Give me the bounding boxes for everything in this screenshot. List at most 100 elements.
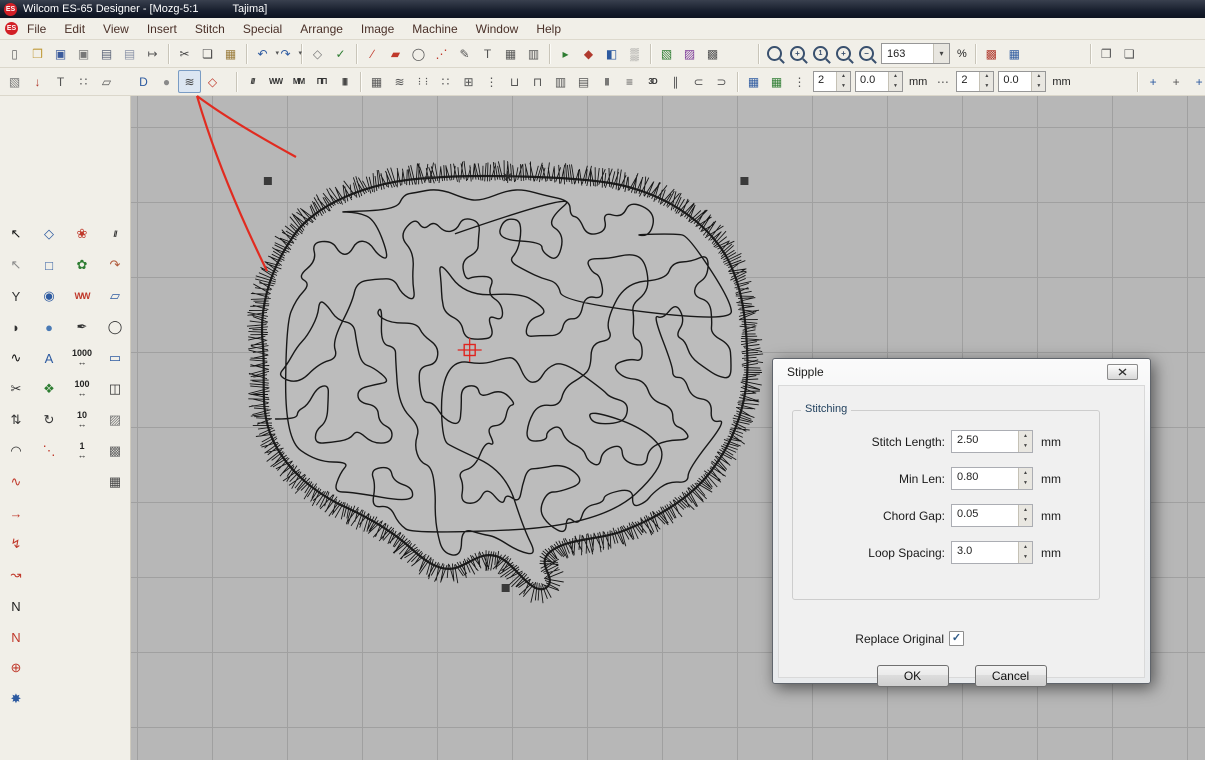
design-library-icon[interactable]: ❐ [1095,42,1118,65]
contour-fill-icon[interactable]: ≡ [618,70,641,93]
contour-outline-icon[interactable]: ◇ [201,70,224,93]
chord-gap-input[interactable]: 0.05▲▼ [951,504,1033,527]
spinner-buttons[interactable]: ▲▼ [1018,431,1032,452]
motif-run-icon[interactable]: ⋰ [430,42,453,65]
fan-stitch-icon[interactable]: ◠ [4,439,28,463]
shading-icon[interactable]: ▒ [623,42,646,65]
spinner-buttons[interactable]: ▲▼ [836,72,850,91]
menu-arrange[interactable]: Arrange [291,20,352,38]
measure-tool-icon[interactable]: T [476,42,499,65]
cut-icon[interactable]: ✂ [173,42,196,65]
digitize-polygon-icon[interactable]: ◇ [37,222,61,246]
bar-fill-icon[interactable]: ⋮ [480,70,503,93]
travel-100-icon[interactable]: 100↔ [70,377,94,401]
travel-1-icon[interactable]: 1↔ [70,439,94,463]
lettering-tool-icon[interactable]: A [37,346,61,370]
slow-redraw-icon[interactable]: ▸ [554,42,577,65]
insert-design-icon[interactable]: ◇ [306,42,329,65]
curve-right-icon[interactable]: ⊃ [710,70,733,93]
ruler-toggle-icon[interactable]: ▥ [522,42,545,65]
pin-needle-icon[interactable]: ↓ [26,70,49,93]
spinner-buttons[interactable]: ▲▼ [979,72,993,91]
frame-outline-icon[interactable]: ▱ [95,70,118,93]
travel-10-icon[interactable]: 10↔ [70,408,94,432]
dot-fill-icon[interactable]: ⋮⋮ [411,70,434,93]
triple-bar-icon[interactable]: ||| [595,70,618,93]
overview-window-icon[interactable]: ▧ [655,42,678,65]
design-check-icon[interactable]: ✓ [329,42,352,65]
vertical-lines-icon[interactable]: ▥ [549,70,572,93]
underlay-spacing-field[interactable]: 0.0▲▼ [855,71,903,92]
parallel-fill-icon[interactable]: ∥ [664,70,687,93]
connector-n-red-icon[interactable]: N [4,625,28,649]
offset-grid-a-icon[interactable]: ▦ [742,70,765,93]
ellipse-outline-icon[interactable]: ◯ [407,42,430,65]
copy-icon[interactable]: ❏ [196,42,219,65]
redo-icon[interactable]: ↷▾ [274,42,297,65]
min-len-input[interactable]: 0.80▲▼ [951,467,1033,490]
density-map-icon[interactable]: ▨ [678,42,701,65]
stitch-edit-icon[interactable]: ⇅ [4,408,28,432]
run-stitch-icon[interactable]: ∕ [361,42,384,65]
menu-image[interactable]: Image [352,20,403,38]
zoom-1-1-icon[interactable] [809,42,832,65]
grid-toggle-icon[interactable]: ▦ [499,42,522,65]
color-film-icon[interactable]: ◧ [600,42,623,65]
jump-connector-icon[interactable]: → [4,501,28,525]
dot-tool-icon[interactable]: ● [155,70,178,93]
move-design-icon[interactable]: + [1142,70,1165,93]
selection-handle[interactable] [264,177,272,185]
weave-fill-icon[interactable]: ≋ [388,70,411,93]
template-icon[interactable]: T [49,70,72,93]
menu-special[interactable]: Special [234,20,291,38]
sphere-tool-icon[interactable]: ● [37,315,61,339]
nudge-design-icon[interactable]: + [1188,70,1205,93]
connector-n-icon[interactable]: N [4,594,28,618]
zoom-level-combo[interactable]: 163▾ [881,43,950,64]
sequin-dots-icon[interactable]: ∷ [72,70,95,93]
block-fill-icon[interactable]: ▦ [103,470,127,494]
pull-comp-field[interactable]: 2▲▼ [956,71,994,92]
spinner-buttons[interactable]: ▲▼ [1018,505,1032,526]
document-logo-icon[interactable]: ES [5,22,18,35]
undo-icon[interactable]: ↶▾ [251,42,274,65]
column-stitch-icon[interactable]: |||| [333,70,356,93]
chevron-down-icon[interactable]: ▾ [933,44,949,63]
scatter-fill-icon[interactable]: ∷ [434,70,457,93]
center-design-icon[interactable]: + [1165,70,1188,93]
scissors-icon[interactable]: ✂ [4,377,28,401]
select-tool-icon[interactable]: ↖ [4,222,28,246]
spinner-buttons[interactable]: ▲▼ [888,72,902,91]
hatch-lines-icon[interactable]: // [103,222,127,246]
density-ww-icon[interactable]: WW [70,284,94,308]
photo-view-icon[interactable]: ▩ [701,42,724,65]
underlay-count-field[interactable]: 2▲▼ [813,71,851,92]
lattice-fill-icon[interactable]: ⊞ [457,70,480,93]
save-design-icon[interactable]: ▣ [49,42,72,65]
globe-tool-icon[interactable]: ◉ [37,284,61,308]
print-icon[interactable]: ▤ [95,42,118,65]
ok-button[interactable]: OK [877,665,949,687]
menu-file[interactable]: File [18,20,55,38]
n-stitch-icon[interactable]: ⊓ [526,70,549,93]
menu-window[interactable]: Window [467,20,528,38]
more-options-icon[interactable]: ⋯ [931,70,954,93]
tatami-fill-icon[interactable]: ▦ [365,70,388,93]
branch-tool-icon[interactable]: Y [4,284,28,308]
rotate-tool-icon[interactable]: ↻ [37,408,61,432]
thread-palette-icon[interactable]: ◆ [577,42,600,65]
flower-red-icon[interactable]: ❀ [70,222,94,246]
blanket-stitch-icon[interactable]: ΠΠ [310,70,333,93]
save-all-icon[interactable]: ▣ [72,42,95,65]
d-tool-icon[interactable]: D [132,70,155,93]
curve-left-icon[interactable]: ⊂ [687,70,710,93]
menu-help[interactable]: Help [527,20,570,38]
selection-handle[interactable] [502,584,510,592]
wave-connector-icon[interactable]: ↝ [4,563,28,587]
menu-insert[interactable]: Insert [138,20,186,38]
e-stitch-icon[interactable]: WW [264,70,287,93]
zoom-in-icon[interactable] [786,42,809,65]
color-wheel-icon[interactable]: ✸ [4,687,28,711]
pull-offset-field[interactable]: 0.0▲▼ [998,71,1046,92]
export-machine-file-icon[interactable]: ↦ [141,42,164,65]
